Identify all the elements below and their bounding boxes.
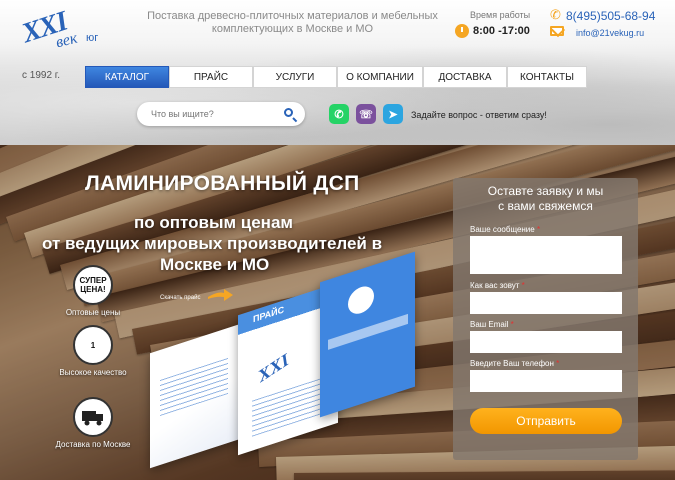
super-price-icon: СУПЕР ЦЕНА! bbox=[73, 265, 113, 305]
since-year: с 1992 г. bbox=[22, 70, 61, 81]
email-field[interactable] bbox=[470, 331, 622, 353]
viber-icon[interactable]: ☏ bbox=[356, 104, 376, 124]
search-input[interactable] bbox=[151, 106, 281, 122]
email-label: Ваш Email * bbox=[470, 320, 514, 329]
telegram-icon[interactable]: ➤ bbox=[383, 104, 403, 124]
feature-wholesale: СУПЕР ЦЕНА! Оптовые цены bbox=[50, 265, 136, 317]
nav-item-about[interactable]: О компании bbox=[337, 66, 423, 88]
callback-form: Оставте заявку и мы с вами свяжемся Ваше… bbox=[453, 178, 638, 460]
clock-icon bbox=[455, 24, 469, 38]
logo-sub: век bbox=[54, 29, 80, 52]
nav-item-contacts[interactable]: Контакты bbox=[507, 66, 587, 88]
feature-label: Оптовые цены bbox=[65, 308, 121, 317]
feature-quality: 1 Высокое качество bbox=[50, 325, 136, 377]
ask-question-text: Задайте вопрос - ответим сразу! bbox=[411, 110, 547, 120]
delivery-truck-icon bbox=[73, 397, 113, 437]
hero-subtitle-2: от ведущих мировых производителей в bbox=[42, 234, 383, 253]
brochure-logo: XXI bbox=[255, 349, 292, 386]
header: XXI век юг с 1992 г. Поставка древесно-п… bbox=[0, 0, 675, 145]
logo[interactable]: XXI век юг bbox=[18, 6, 112, 58]
phone-link[interactable]: 8(495)505-68-94 bbox=[566, 9, 655, 23]
medal-icon: 1 bbox=[73, 325, 113, 365]
name-label: Как вас зовут * bbox=[470, 281, 525, 290]
message-field[interactable] bbox=[470, 236, 622, 274]
working-hours: 8:00 -17:00 bbox=[473, 25, 530, 37]
logo-suffix: юг bbox=[86, 32, 99, 44]
nav-item-price[interactable]: Прайс bbox=[169, 66, 253, 88]
nav-item-catalog[interactable]: Каталог bbox=[85, 66, 169, 88]
submit-button[interactable]: Отправить bbox=[470, 408, 622, 434]
main-nav: Каталог Прайс Услуги О компании Доставка… bbox=[85, 66, 587, 88]
phone-label: Введите Ваш телефон * bbox=[470, 359, 560, 368]
form-heading: Оставте заявку и мы с вами свяжемся bbox=[487, 184, 604, 213]
message-label: Ваше сообщение * bbox=[470, 225, 541, 234]
price-brochure-image[interactable]: ПРАЙС XXI bbox=[150, 251, 420, 469]
feature-delivery: Доставка по Москве bbox=[50, 397, 136, 449]
email-link[interactable]: info@21vekug.ru bbox=[576, 28, 644, 38]
hours-label: Время работы bbox=[470, 10, 531, 20]
phone-icon: ✆ bbox=[550, 7, 561, 22]
whatsapp-icon[interactable]: ✆ bbox=[329, 104, 349, 124]
feature-label: Доставка по Москве bbox=[55, 440, 131, 449]
search-icon[interactable] bbox=[284, 108, 293, 117]
mail-icon bbox=[550, 26, 564, 36]
hero-title: ЛАМИНИРОВАННЫЙ ДСП bbox=[85, 172, 360, 195]
search-box bbox=[137, 102, 305, 126]
tagline: Поставка древесно-плиточных материалов и… bbox=[147, 10, 438, 35]
brochure-label: ПРАЙС bbox=[253, 304, 285, 325]
feature-label: Высокое качество bbox=[59, 368, 127, 377]
hero-subtitle-1: по оптовым ценам bbox=[134, 213, 293, 232]
phone-field[interactable] bbox=[470, 370, 622, 392]
name-field[interactable] bbox=[470, 292, 622, 314]
nav-item-services[interactable]: Услуги bbox=[253, 66, 337, 88]
nav-item-delivery[interactable]: Доставка bbox=[423, 66, 507, 88]
